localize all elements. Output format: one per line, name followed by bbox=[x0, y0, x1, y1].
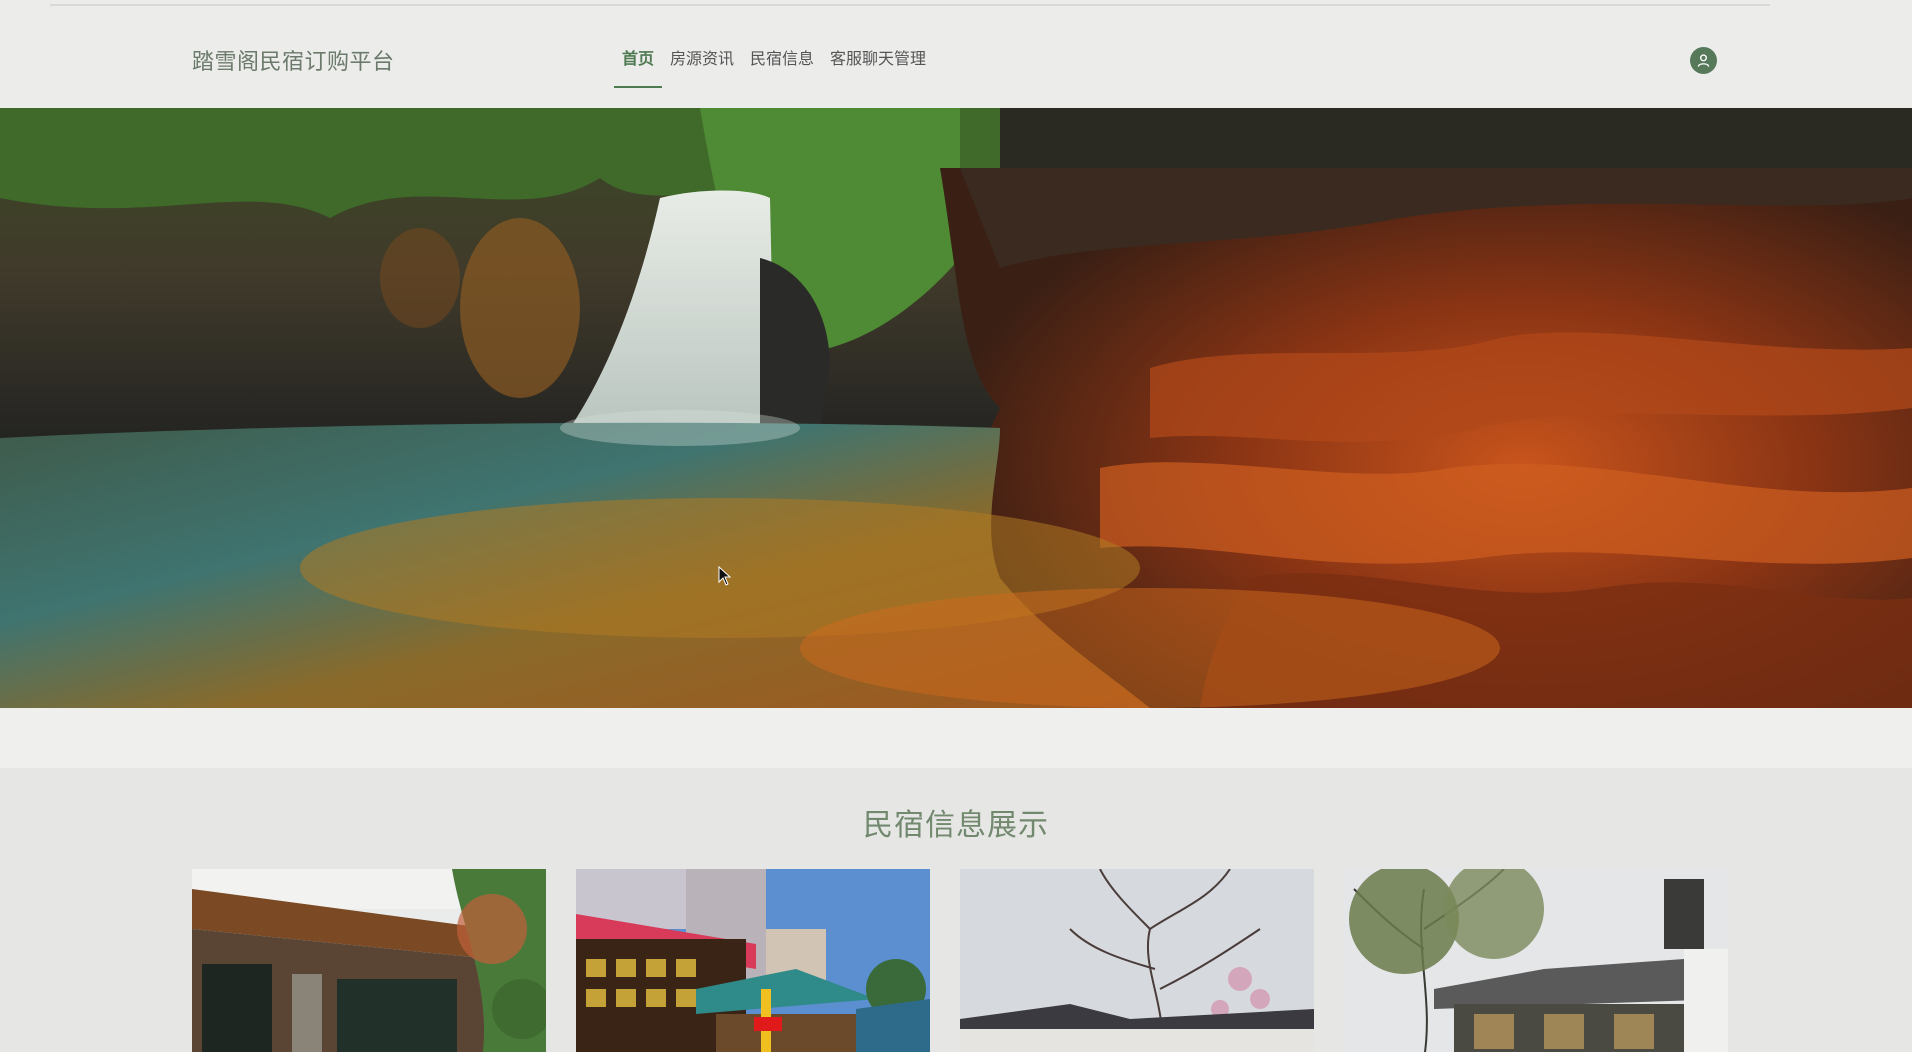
homestay-card-3[interactable] bbox=[960, 869, 1314, 1052]
homestay-showcase-section: 民宿信息展示 bbox=[0, 768, 1912, 1052]
header: 踏雪阁民宿订购平台 首页 房源资讯 民宿信息 客服聊天管理 bbox=[0, 6, 1912, 108]
section-title: 民宿信息展示 bbox=[863, 808, 1049, 843]
nav-item-homestay-info[interactable]: 民宿信息 bbox=[742, 6, 822, 108]
hero-carousel[interactable] bbox=[0, 108, 1912, 708]
nav-item-listings-news[interactable]: 房源资讯 bbox=[662, 6, 742, 108]
homestay-card-1[interactable] bbox=[192, 869, 546, 1052]
colorful-village-house-photo bbox=[576, 869, 930, 1052]
main-nav: 首页 房源资讯 民宿信息 客服聊天管理 bbox=[614, 6, 934, 108]
nav-item-home[interactable]: 首页 bbox=[614, 6, 663, 108]
blossom-tree-roof-photo bbox=[960, 869, 1314, 1052]
courtyard-pavilion-photo bbox=[1344, 869, 1728, 1052]
page: 踏雪阁民宿订购平台 首页 房源资讯 民宿信息 客服聊天管理 民宿信息展示 bbox=[0, 0, 1912, 1052]
waterfall-canyon-photo bbox=[0, 108, 1912, 708]
wooden-house-photo bbox=[192, 869, 546, 1052]
nav-item-customer-chat[interactable]: 客服聊天管理 bbox=[822, 6, 934, 108]
homestay-card-4[interactable] bbox=[1344, 869, 1728, 1052]
user-avatar-button[interactable] bbox=[1690, 47, 1717, 74]
mouse-cursor-icon bbox=[718, 566, 732, 586]
homestay-card-2[interactable] bbox=[576, 869, 930, 1052]
site-title[interactable]: 踏雪阁民宿订购平台 bbox=[192, 44, 395, 76]
homestay-card-list bbox=[192, 869, 1728, 1052]
section-spacer bbox=[0, 708, 1912, 768]
user-icon bbox=[1697, 54, 1710, 67]
